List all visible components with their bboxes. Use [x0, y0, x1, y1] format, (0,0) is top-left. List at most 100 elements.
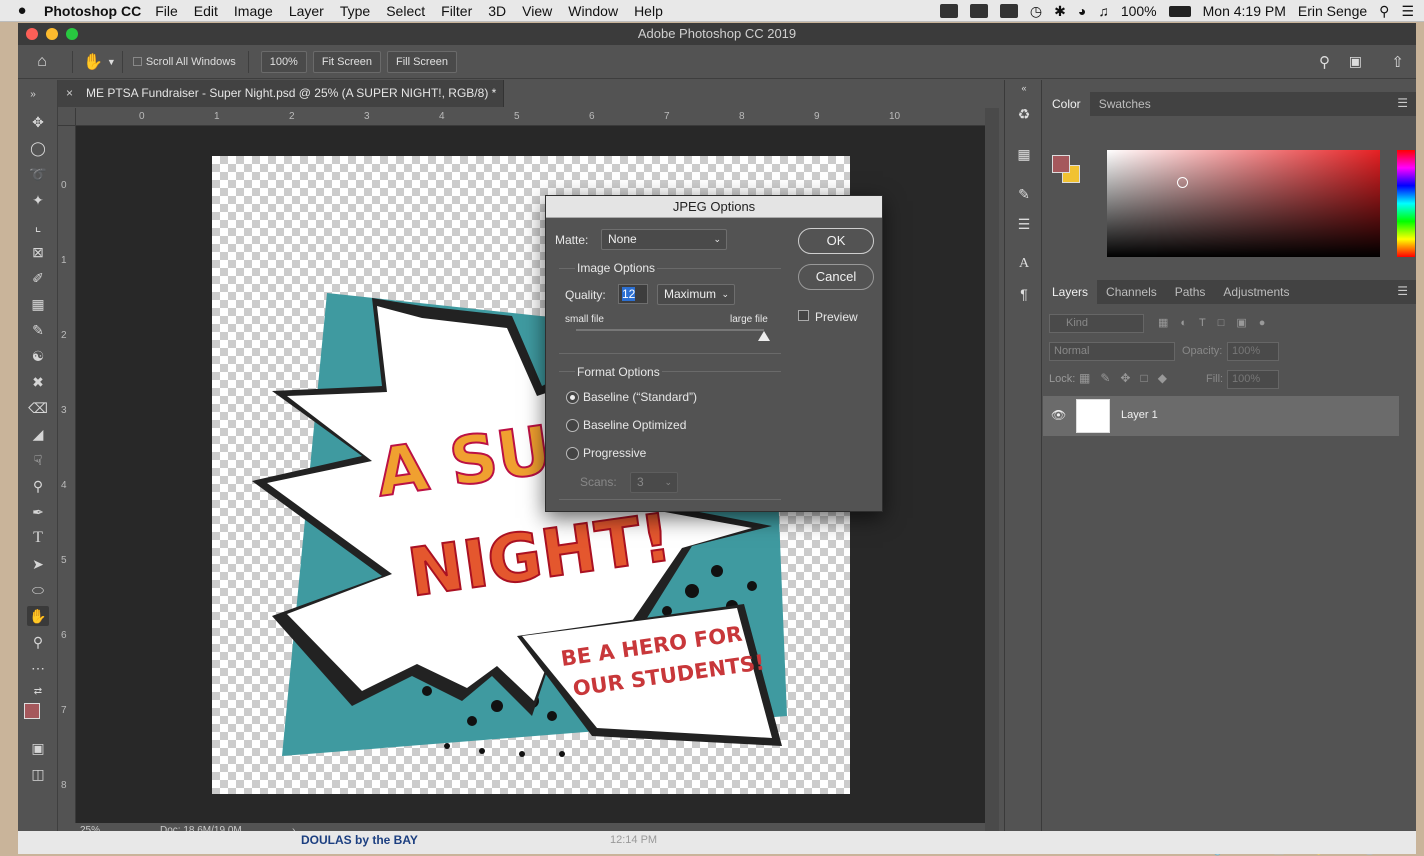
progressive-radio[interactable]	[566, 447, 579, 460]
eraser-tool-icon[interactable]: ⌫	[27, 398, 49, 418]
panel-menu-icon[interactable]: ☰	[1397, 284, 1408, 298]
hand-tool-icon[interactable]: ✋	[27, 606, 49, 626]
menu-view[interactable]: View	[522, 3, 552, 19]
zoom-window-button[interactable]	[66, 28, 78, 40]
creative-cloud-icon[interactable]	[939, 4, 958, 18]
menu-filter[interactable]: Filter	[441, 3, 472, 19]
brush-settings-icon[interactable]: ☰	[1014, 216, 1034, 234]
tab-adjustments[interactable]: Adjustments	[1214, 280, 1298, 304]
color-picker-ring[interactable]	[1177, 177, 1188, 188]
path-selection-tool-icon[interactable]: ➤	[27, 554, 49, 574]
apple-menu-icon[interactable]: ●	[0, 2, 44, 19]
menu-image[interactable]: Image	[234, 3, 273, 19]
zoom-tool-icon[interactable]: ⚲	[27, 632, 49, 652]
opacity-field[interactable]: 100%	[1227, 342, 1279, 361]
layer-name[interactable]: Layer 1	[1121, 409, 1158, 421]
pen-tool-icon[interactable]: ✒	[27, 502, 49, 522]
lasso-tool-icon[interactable]: ➰	[27, 164, 49, 184]
quality-slider-thumb[interactable]	[758, 331, 770, 341]
clock[interactable]: Mon 4:19 PM	[1203, 3, 1286, 19]
crop-tool-icon[interactable]: ⌞	[27, 216, 49, 236]
chevron-down-icon[interactable]: ▼	[107, 57, 116, 67]
app-menu[interactable]: Photoshop CC	[44, 3, 141, 19]
airplay-icon[interactable]	[999, 4, 1018, 18]
home-icon[interactable]: ⌂	[18, 53, 66, 71]
blend-mode-select[interactable]: Normal	[1049, 342, 1175, 361]
foreground-color-swatch[interactable]	[24, 703, 40, 719]
workspace-icon[interactable]: ▣	[1349, 53, 1362, 70]
hue-slider[interactable]	[1397, 150, 1415, 257]
ok-button[interactable]: OK	[798, 228, 874, 254]
move-tool-icon[interactable]: ✥	[27, 112, 49, 132]
time-machine-icon[interactable]: ◷	[1030, 3, 1042, 20]
note-title[interactable]: DOULAS by the BAY	[301, 833, 418, 847]
tab-color[interactable]: Color	[1043, 92, 1090, 116]
paragraph-panel-icon[interactable]: ¶	[1014, 286, 1034, 304]
tab-swatches[interactable]: Swatches	[1090, 92, 1160, 116]
brush-tool-icon[interactable]: ✎	[27, 320, 49, 340]
close-document-icon[interactable]: ×	[66, 80, 73, 107]
wifi-icon[interactable]: ◕	[1078, 3, 1086, 19]
battery-percent[interactable]: 100%	[1121, 3, 1157, 19]
quick-mask-icon[interactable]: ▣	[27, 738, 49, 758]
quality-slider-track[interactable]	[576, 329, 764, 331]
scans-select[interactable]: 3 ⌄	[630, 472, 678, 493]
menu-type[interactable]: Type	[340, 3, 370, 19]
frame-tool-icon[interactable]: ⊠	[27, 242, 49, 262]
spotlight-icon[interactable]: ⚲	[1379, 3, 1389, 20]
quality-preset-select[interactable]: Maximum ⌄	[657, 284, 735, 305]
color-fg-swatch[interactable]	[1052, 155, 1070, 173]
visibility-eye-icon[interactable]: 👁	[1051, 408, 1066, 422]
character-panel-icon[interactable]: A	[1014, 256, 1034, 274]
menu-help[interactable]: Help	[634, 3, 663, 19]
menu-3d[interactable]: 3D	[488, 3, 506, 19]
menu-select[interactable]: Select	[386, 3, 425, 19]
quality-input[interactable]: 12	[618, 284, 648, 304]
search-icon[interactable]: ⚲	[1319, 53, 1330, 71]
hand-tool-preset-icon[interactable]: ✋	[83, 52, 103, 72]
tab-layers[interactable]: Layers	[1043, 280, 1098, 304]
baseline-radio[interactable]	[566, 391, 579, 404]
tab-paths[interactable]: Paths	[1166, 280, 1215, 304]
scroll-all-windows-checkbox[interactable]	[132, 57, 142, 66]
dodge-tool-icon[interactable]: ⚲	[27, 476, 49, 496]
magic-wand-tool-icon[interactable]: ✦	[27, 190, 49, 210]
color-field[interactable]	[1107, 150, 1380, 257]
history-brush-tool-icon[interactable]: ✖	[27, 372, 49, 392]
matte-select[interactable]: None ⌄	[601, 229, 727, 250]
ruler-origin[interactable]	[58, 108, 76, 126]
menu-window[interactable]: Window	[568, 3, 618, 19]
zoom-100-button[interactable]: 100%	[260, 50, 307, 73]
layer-filter-kind[interactable]: Kind	[1049, 314, 1144, 333]
type-tool-icon[interactable]: T	[27, 528, 49, 548]
share-icon[interactable]: ⇧	[1391, 53, 1404, 71]
minimize-window-button[interactable]	[46, 28, 58, 40]
smudge-tool-icon[interactable]: ☟	[27, 450, 49, 470]
collapse-icon[interactable]: »	[22, 85, 44, 105]
tab-channels[interactable]: Channels	[1097, 280, 1166, 304]
dropbox-icon[interactable]	[969, 4, 988, 18]
user-name[interactable]: Erin Senge	[1298, 3, 1367, 19]
more-tools-icon[interactable]: ⋯	[27, 658, 49, 678]
healing-brush-tool-icon[interactable]: ▦	[27, 294, 49, 314]
panel-menu-icon[interactable]: ☰	[1397, 96, 1408, 110]
cancel-button[interactable]: Cancel	[798, 264, 874, 290]
fill-field[interactable]: 100%	[1227, 370, 1279, 389]
vertical-scrollbar[interactable]	[985, 108, 999, 839]
swap-colors-icon[interactable]: ⇄	[27, 682, 49, 702]
bluetooth-icon[interactable]: ✱	[1054, 3, 1066, 20]
menu-layer[interactable]: Layer	[289, 3, 324, 19]
lock-icons[interactable]: ▦✎✥□◆	[1079, 371, 1177, 385]
volume-icon[interactable]: ♫	[1098, 3, 1109, 19]
libraries-panel-icon[interactable]: ▦	[1014, 146, 1034, 164]
ellipse-tool-icon[interactable]: ⬭	[27, 580, 49, 600]
eyedropper-tool-icon[interactable]: ✐	[27, 268, 49, 288]
layer-row[interactable]: 👁 Layer 1	[1043, 396, 1399, 436]
collapse-icon[interactable]: «	[1014, 83, 1034, 101]
close-window-button[interactable]	[26, 28, 38, 40]
brushes-panel-icon[interactable]: ✎	[1014, 186, 1034, 204]
baseline-optimized-radio[interactable]	[566, 419, 579, 432]
fit-screen-button[interactable]: Fit Screen	[312, 50, 381, 73]
notification-center-icon[interactable]: ☰	[1401, 3, 1414, 20]
marquee-tool-icon[interactable]: ◯	[27, 138, 49, 158]
